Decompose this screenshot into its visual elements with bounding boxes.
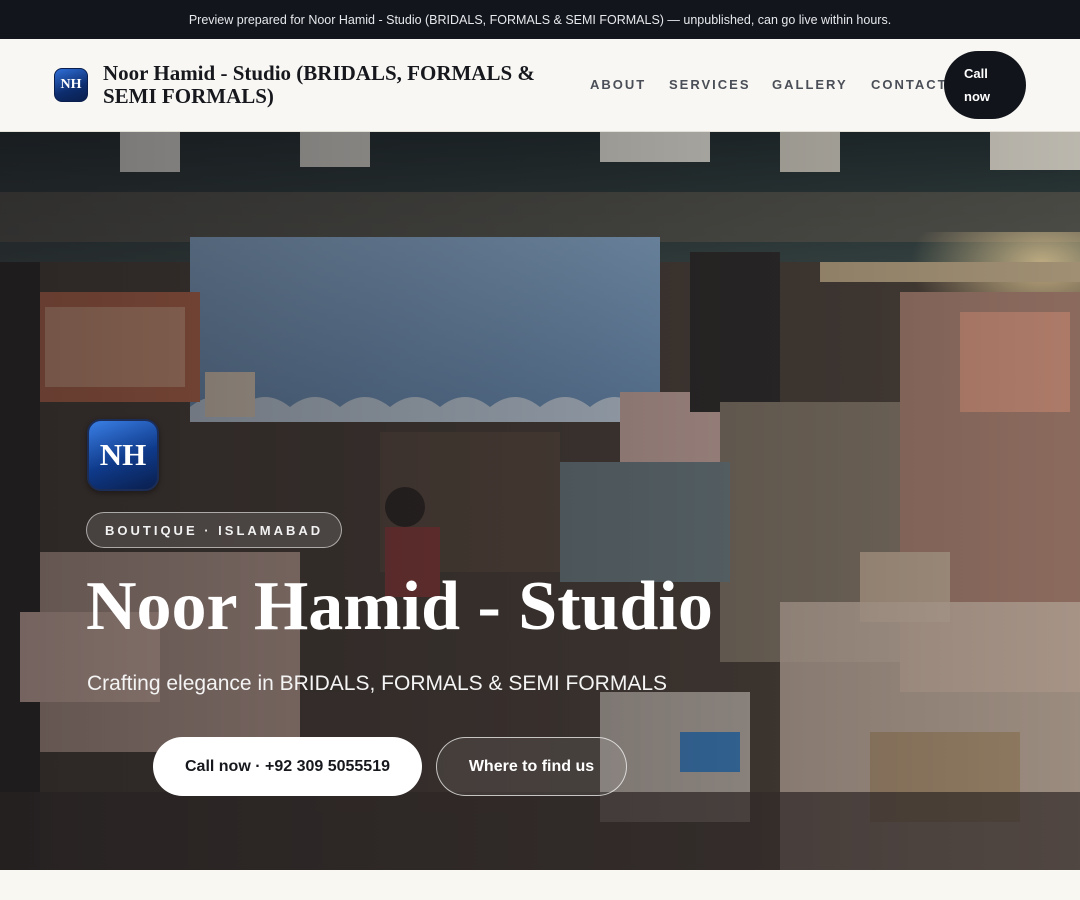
find-us-button[interactable]: Where to find us (436, 737, 627, 796)
next-section-strip (0, 870, 1080, 900)
nav-contact[interactable]: CONTACT (871, 77, 948, 92)
site-header: NH Noor Hamid - Studio (BRIDALS, FORMALS… (0, 39, 1080, 132)
hero-section: NH BOUTIQUE · ISLAMABAD Noor Hamid - Stu… (0, 132, 1080, 870)
nav-services[interactable]: SERVICES (669, 77, 751, 92)
preview-banner-text: Preview prepared for Noor Hamid - Studio… (188, 12, 892, 27)
nav-about[interactable]: ABOUT (590, 77, 646, 92)
brand-name[interactable]: Noor Hamid - Studio (BRIDALS, FORMALS & … (103, 62, 578, 108)
brand-logo[interactable]: NH (54, 68, 88, 102)
hero-location-tag: BOUTIQUE · ISLAMABAD (86, 512, 343, 548)
nav-gallery[interactable]: GALLERY (772, 77, 848, 92)
hero-title: Noor Hamid - Studio (86, 568, 713, 645)
preview-banner: Preview prepared for Noor Hamid - Studio… (0, 0, 1080, 39)
hero-call-button[interactable]: Call now · +92 309 5055519 (153, 737, 422, 796)
hero-logo: NH (87, 419, 159, 491)
header-call-button[interactable]: Call now (944, 51, 1026, 119)
hero-subtitle: Crafting elegance in BRIDALS, FORMALS & … (87, 672, 668, 695)
